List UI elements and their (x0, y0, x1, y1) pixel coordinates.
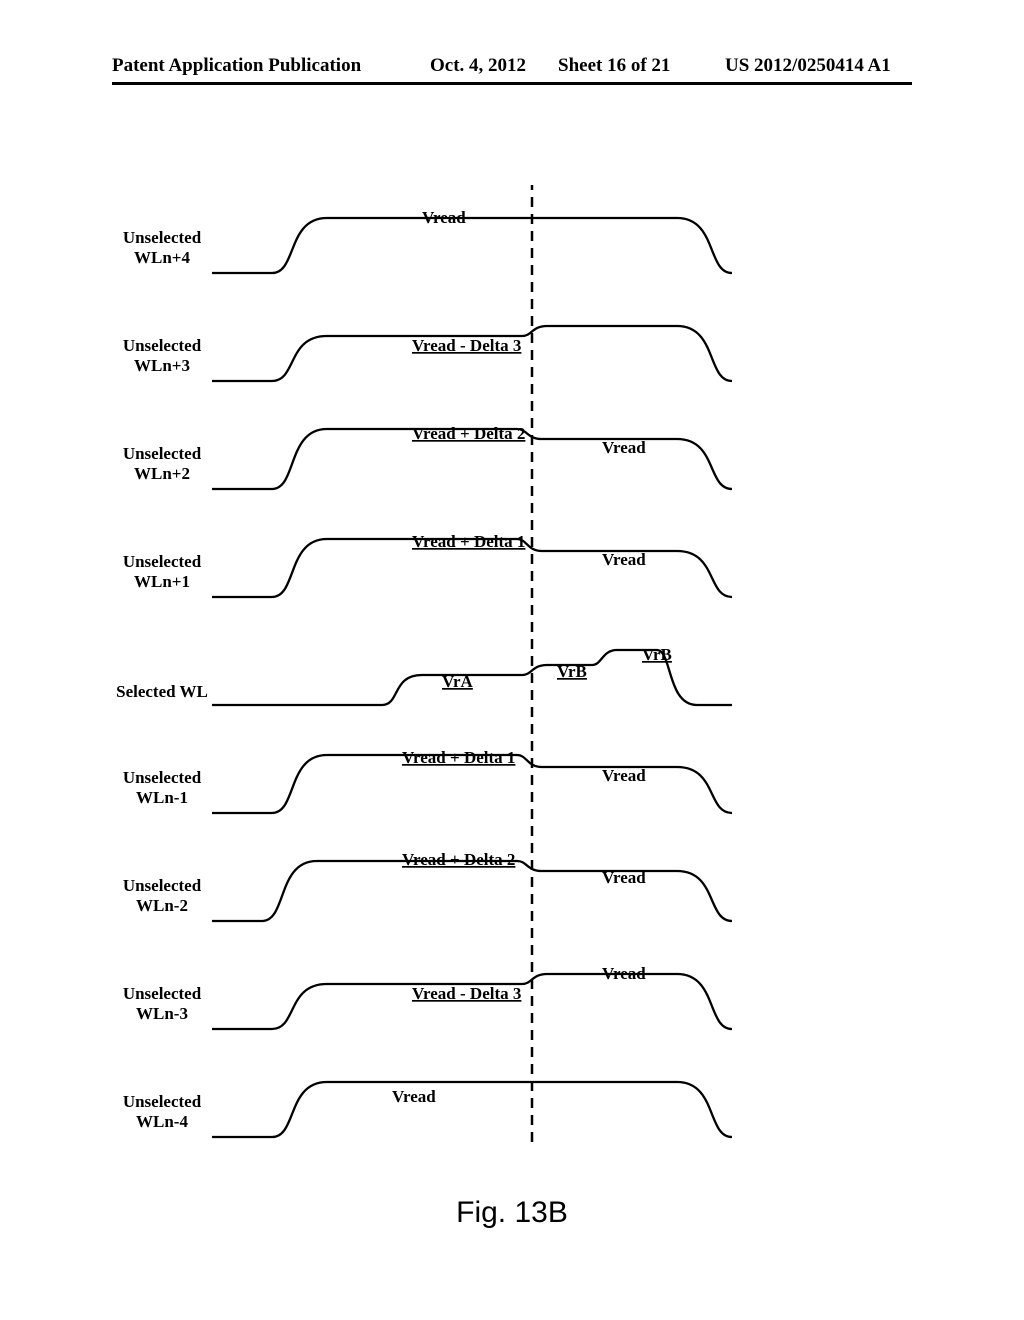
header-rule (112, 82, 912, 85)
svg-text:Unselected: Unselected (123, 1092, 202, 1111)
svg-text:Unselected: Unselected (123, 444, 202, 463)
svg-text:WLn-2: WLn-2 (136, 896, 188, 915)
svg-text:Vread + Delta 1: Vread + Delta 1 (402, 748, 515, 767)
svg-text:Unselected: Unselected (123, 228, 202, 247)
svg-text:Vread - Delta 3: Vread - Delta 3 (412, 984, 521, 1003)
svg-text:WLn+1: WLn+1 (134, 572, 190, 591)
svg-text:WLn+2: WLn+2 (134, 464, 190, 483)
svg-text:Vread: Vread (602, 438, 646, 457)
header-sheet: Sheet 16 of 21 (558, 55, 670, 77)
svg-text:Unselected: Unselected (123, 876, 202, 895)
svg-text:Unselected: Unselected (123, 336, 202, 355)
svg-text:WLn-3: WLn-3 (136, 1004, 188, 1023)
svg-text:Selected WL: Selected WL (116, 682, 208, 701)
svg-text:Unselected: Unselected (123, 768, 202, 787)
svg-text:Vread: Vread (392, 1087, 436, 1106)
svg-text:WLn+4: WLn+4 (134, 248, 190, 267)
svg-text:Vread: Vread (602, 964, 646, 983)
svg-text:WLn+3: WLn+3 (134, 356, 190, 375)
waveform-diagram: UnselectedWLn+4VreadUnselectedWLn+3Vread… (112, 185, 812, 1185)
svg-text:WLn-1: WLn-1 (136, 788, 188, 807)
svg-text:VrA: VrA (442, 672, 474, 691)
svg-text:Vread: Vread (602, 550, 646, 569)
figure-caption: Fig. 13B (456, 1196, 568, 1230)
svg-text:Vread + Delta 1: Vread + Delta 1 (412, 532, 525, 551)
svg-text:Vread: Vread (602, 766, 646, 785)
svg-text:Vread + Delta 2: Vread + Delta 2 (402, 850, 515, 869)
svg-text:Unselected: Unselected (123, 552, 202, 571)
header-pub: US 2012/0250414 A1 (725, 55, 891, 77)
svg-text:Unselected: Unselected (123, 984, 202, 1003)
svg-text:VrB: VrB (557, 662, 587, 681)
header-left: Patent Application Publication (112, 55, 361, 77)
svg-text:WLn-4: WLn-4 (136, 1112, 188, 1131)
svg-text:Vread + Delta 2: Vread + Delta 2 (412, 424, 525, 443)
figure-13b: UnselectedWLn+4VreadUnselectedWLn+3Vread… (112, 185, 912, 1215)
svg-text:Vread: Vread (422, 208, 466, 227)
svg-text:Vread: Vread (602, 868, 646, 887)
header-date: Oct. 4, 2012 (430, 55, 526, 77)
svg-text:VrB: VrB (642, 645, 672, 664)
svg-text:Vread - Delta 3: Vread - Delta 3 (412, 336, 521, 355)
